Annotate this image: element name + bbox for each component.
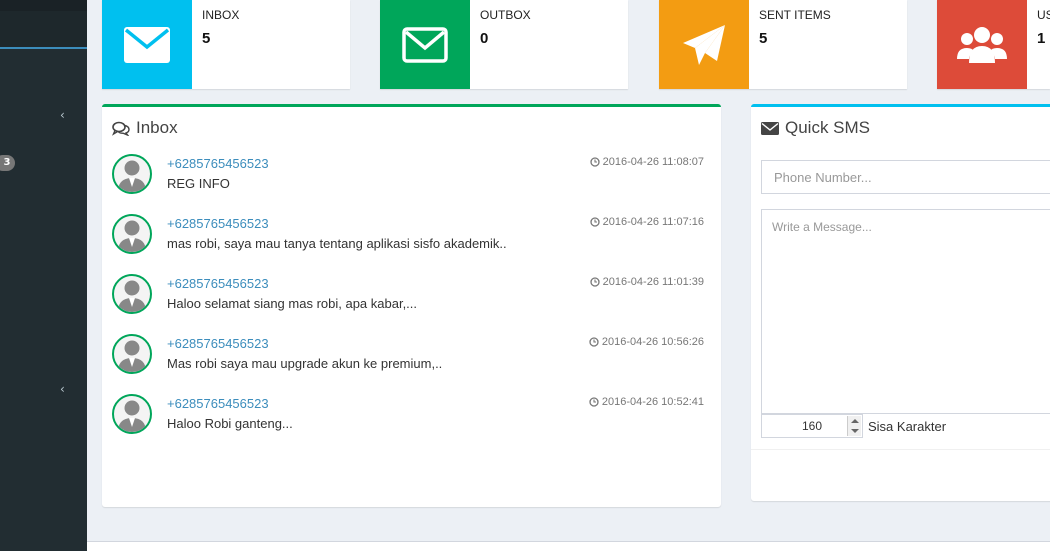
sidebar-active-item[interactable]	[0, 11, 87, 49]
quick-sms-title: Quick SMS	[761, 118, 870, 138]
message-sender[interactable]: +6285765456523	[167, 336, 269, 351]
message-time: 2016-04-26 10:56:26	[589, 336, 704, 348]
inbox-message[interactable]: +6285765456523 2016-04-26 11:08:07 REG I…	[112, 154, 704, 198]
inbox-message[interactable]: +6285765456523 2016-04-26 11:01:39 Haloo…	[112, 274, 704, 318]
info-box-users[interactable]: US 1	[937, 0, 1050, 89]
clock-icon	[589, 397, 599, 407]
sidebar: ‹ 3 ‹	[0, 0, 87, 551]
message-preview: Haloo selamat siang mas robi, apa kabar,…	[167, 296, 418, 311]
user-avatar-icon	[112, 394, 152, 434]
message-sender[interactable]: +6285765456523	[167, 396, 269, 411]
message-preview: Mas robi saya mau upgrade akun ke premiu…	[167, 356, 443, 371]
message-time: 2016-04-26 10:52:41	[589, 396, 704, 408]
envelope-outline-icon	[380, 0, 470, 89]
clock-icon	[590, 277, 600, 287]
message-textarea[interactable]	[761, 209, 1050, 414]
envelope-icon	[102, 0, 192, 89]
sidebar-badge: 3	[0, 155, 15, 171]
spinner-down-icon[interactable]	[851, 429, 859, 433]
user-avatar-icon	[112, 334, 152, 374]
info-box-label: SENT ITEMS	[759, 8, 831, 22]
message-time: 2016-04-26 11:07:16	[590, 216, 704, 228]
message-time-text: 2016-04-26 10:56:26	[601, 336, 704, 348]
character-counter-label: Sisa Karakter	[868, 419, 947, 434]
info-box-count: 0	[480, 30, 489, 47]
footer	[87, 541, 1050, 551]
users-icon	[937, 0, 1027, 89]
message-time-text: 2016-04-26 10:52:41	[601, 396, 704, 408]
inbox-panel: Inbox +6285765456523 2016-04-26 11:08:07…	[102, 104, 721, 507]
message-preview: REG INFO	[167, 176, 230, 191]
message-sender[interactable]: +6285765456523	[167, 216, 269, 231]
user-avatar-icon	[112, 154, 152, 194]
clock-icon	[590, 157, 600, 167]
phone-number-input[interactable]	[761, 160, 1050, 194]
message-time-text: 2016-04-26 11:01:39	[602, 276, 704, 288]
sidebar-top-strip	[0, 0, 87, 11]
spinner-up-icon[interactable]	[851, 419, 859, 423]
info-box-count: 5	[202, 30, 211, 47]
clock-icon	[590, 217, 600, 227]
info-box-count: 1	[1037, 30, 1046, 47]
user-avatar-icon	[112, 214, 152, 254]
character-counter[interactable]: 160	[761, 414, 863, 438]
message-time: 2016-04-26 11:01:39	[590, 276, 704, 288]
user-avatar-icon	[112, 274, 152, 314]
message-time-text: 2016-04-26 11:08:07	[602, 156, 704, 168]
chevron-left-icon[interactable]: ‹	[60, 108, 65, 122]
info-box-outbox[interactable]: OUTBOX 0	[380, 0, 628, 89]
message-sender[interactable]: +6285765456523	[167, 276, 269, 291]
panel-divider	[751, 449, 1050, 450]
chevron-left-icon[interactable]: ‹	[60, 382, 65, 396]
comments-icon	[112, 121, 130, 136]
inbox-title-text: Inbox	[136, 118, 178, 137]
inbox-message[interactable]: +6285765456523 2016-04-26 10:52:41 Haloo…	[112, 394, 704, 438]
info-box-label: INBOX	[202, 8, 240, 22]
inbox-message[interactable]: +6285765456523 2016-04-26 11:07:16 mas r…	[112, 214, 704, 258]
quick-sms-title-text: Quick SMS	[785, 118, 871, 137]
character-counter-value: 160	[801, 419, 823, 433]
message-sender[interactable]: +6285765456523	[167, 156, 269, 171]
info-box-count: 5	[759, 30, 768, 47]
info-box-sent-items[interactable]: SENT ITEMS 5	[659, 0, 907, 89]
clock-icon	[589, 337, 599, 347]
inbox-panel-title: Inbox	[112, 118, 178, 138]
inbox-message[interactable]: +6285765456523 2016-04-26 10:56:26 Mas r…	[112, 334, 704, 378]
quick-sms-panel: Quick SMS 160 Sisa Karakter	[751, 104, 1050, 501]
message-preview: mas robi, saya mau tanya tentang aplikas…	[167, 236, 507, 251]
message-time-text: 2016-04-26 11:07:16	[602, 216, 704, 228]
paper-plane-icon	[659, 0, 749, 89]
info-box-label: OUTBOX	[480, 8, 531, 22]
message-preview: Haloo Robi ganteng...	[167, 416, 293, 431]
message-time: 2016-04-26 11:08:07	[590, 156, 704, 168]
envelope-icon	[761, 121, 779, 135]
info-box-inbox[interactable]: INBOX 5	[102, 0, 350, 89]
counter-spinner[interactable]	[847, 416, 861, 436]
info-box-label: US	[1037, 8, 1050, 22]
